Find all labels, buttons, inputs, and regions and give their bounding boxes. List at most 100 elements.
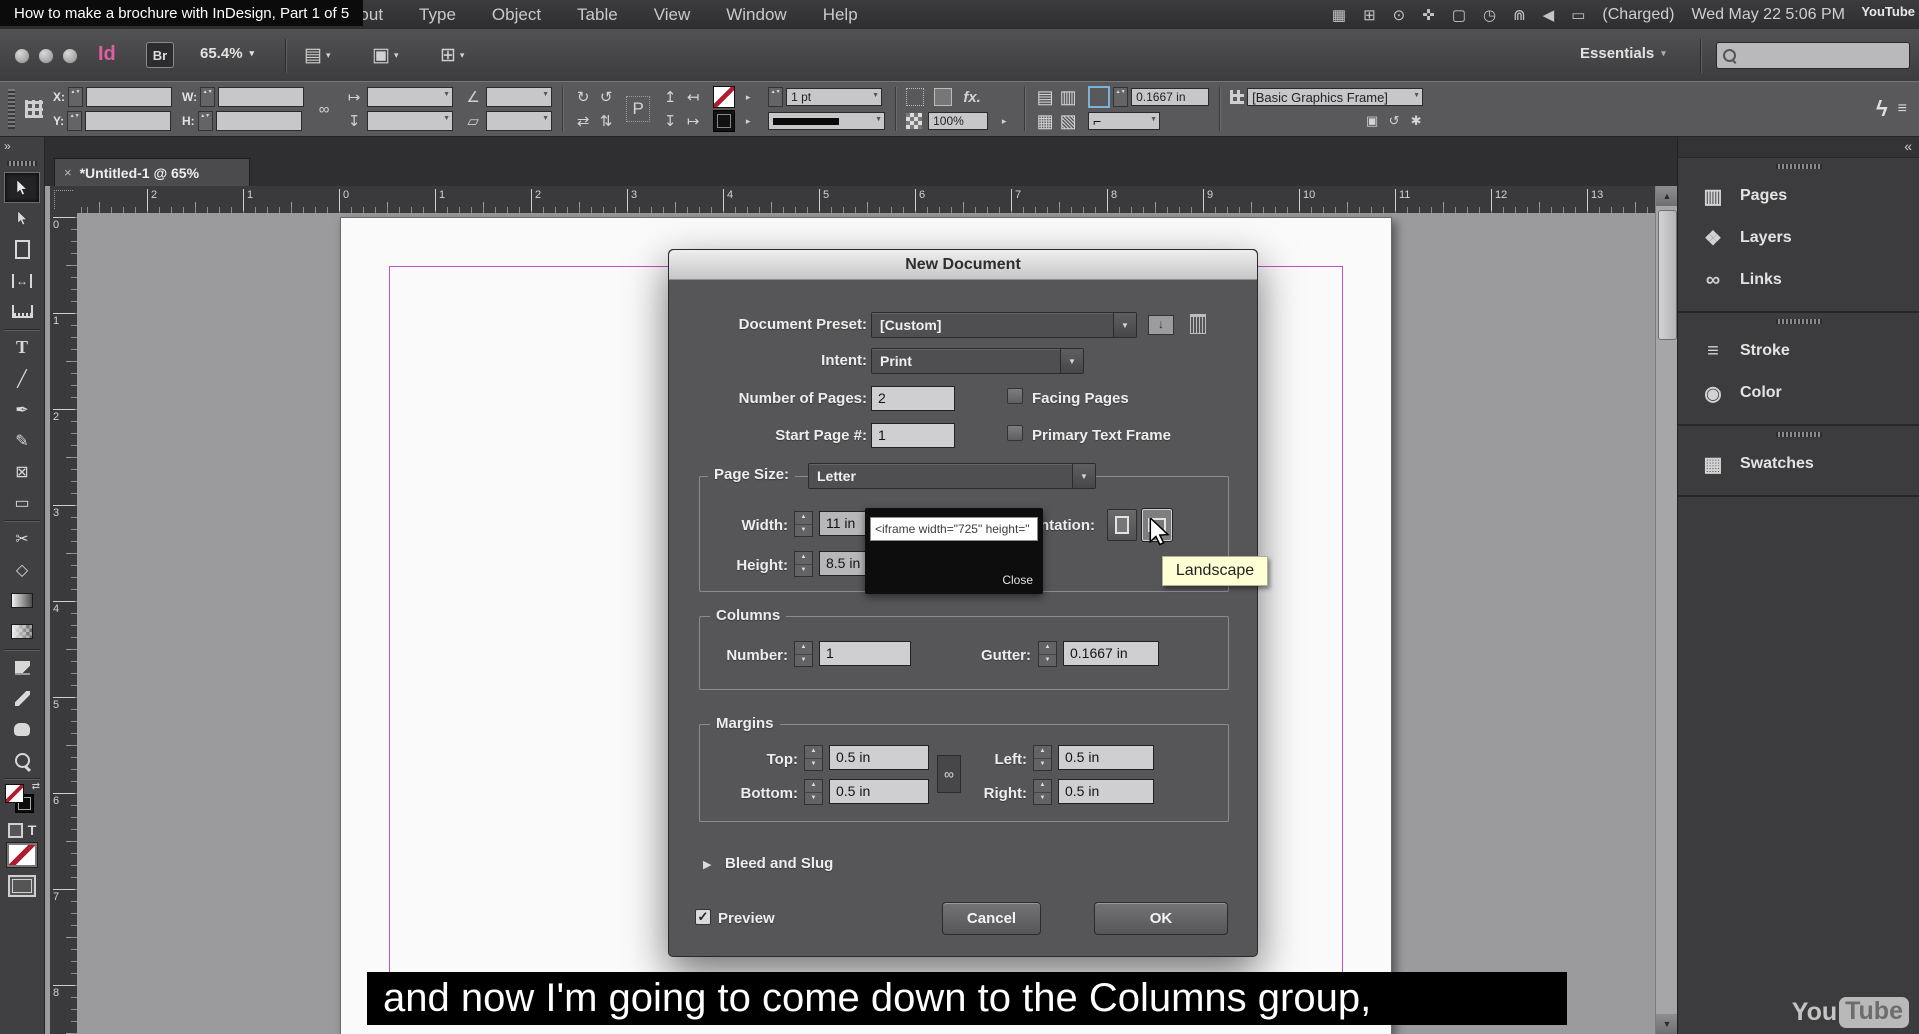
page-size-dropdown[interactable]: Letter ▼ [808,463,1096,489]
effects-button[interactable]: fx. [962,89,982,106]
top-margin-stepper[interactable]: ▲ ▼ [804,745,823,771]
fill-swatch[interactable] [5,784,24,803]
number-field[interactable]: 1 [819,641,911,666]
fit-stepper[interactable]: ▲▼ [1113,87,1129,107]
window-minimize-button[interactable] [38,48,54,64]
selection-tool[interactable] [4,172,40,203]
save-preset-icon[interactable]: ↓ [1148,315,1174,335]
drop-shadow-button[interactable] [934,88,953,106]
move-icon[interactable]: ✜ [1422,6,1435,24]
shear-angle-dropdown[interactable] [486,111,553,131]
rectangle-tool[interactable]: ▭ [4,487,40,518]
gutter-field[interactable]: 0.1667 in [1063,641,1159,666]
panel-button-links[interactable]: ∞ Links [1678,259,1919,301]
scissors-tool[interactable]: ✂ [4,523,40,554]
height-field[interactable] [215,111,302,131]
search-input[interactable] [1716,42,1910,69]
rotation-angle-dropdown[interactable] [486,87,553,107]
constrain-proportions-icon[interactable]: ∞ [314,101,334,118]
panel-group-grip[interactable] [1776,319,1822,324]
wifi-icon[interactable]: ⋒ [1513,6,1526,24]
stroke-color-swatch[interactable] [713,110,736,132]
bleed-slug-label[interactable]: Bleed and Slug [725,855,833,872]
scale-y-dropdown[interactable] [367,111,454,131]
arrange-documents-button[interactable]: ⊞ ▾ [440,44,464,67]
formatting-affects-container-button[interactable] [7,822,23,838]
view-options-button[interactable]: ▤ ▾ [304,44,330,67]
screen-recording-icon[interactable]: ▦ [1332,6,1346,24]
scale-x-dropdown[interactable] [367,87,454,107]
wrap-none-button[interactable]: ▤ [1035,87,1055,108]
close-tab-icon[interactable]: × [64,165,72,180]
facing-pages-checkbox[interactable] [1007,388,1023,404]
line-tool[interactable]: ╱ [4,363,40,394]
select-container-button[interactable]: P [626,96,651,122]
ruler-origin-box[interactable] [50,186,78,214]
width-stepper[interactable]: ▲▼ [200,87,216,107]
panel-button-layers[interactable]: ❖ Layers [1678,217,1919,259]
corner-shape-dropdown[interactable]: ⌐ [1088,112,1161,130]
delete-preset-icon[interactable] [1190,314,1206,334]
panel-group-grip[interactable] [1776,164,1822,169]
start-page-field[interactable]: 1 [871,423,955,448]
scroll-down-button[interactable]: ▼ [1656,1014,1678,1034]
swap-fill-stroke-icon[interactable]: ⇄ [32,781,40,792]
preview-checkbox[interactable]: ✓ [695,909,711,925]
direct-selection-tool[interactable] [4,203,40,234]
left-margin-stepper[interactable]: ▲ ▼ [1033,745,1052,771]
menu-type[interactable]: Type [419,5,456,25]
wrap-jump-button[interactable]: ▧ [1058,111,1078,132]
menu-object[interactable]: Object [492,5,541,25]
number-stepper[interactable]: ▲ ▼ [794,641,813,667]
vertical-scrollbar[interactable]: ▲ ▼ [1655,186,1678,1034]
panel-group-grip[interactable] [1776,432,1822,437]
bottom-margin-field[interactable]: 0.5 in [829,779,929,804]
menubar-clock[interactable]: Wed May 22 5:06 PM [1691,6,1845,24]
opacity-field[interactable]: 100% [928,112,989,130]
break-link-style-icon[interactable]: ✱ [1409,113,1423,129]
rotate-ccw-button[interactable]: ↺ [596,88,616,106]
panel-grip[interactable] [8,89,15,129]
rotate-cw-button[interactable]: ↻ [573,88,593,106]
page-tool[interactable] [4,234,40,265]
sync-icon[interactable]: ⊞ [1363,6,1376,24]
alert-icon[interactable]: ⊙ [1393,6,1406,24]
volume-icon[interactable]: ◀ [1543,6,1555,24]
intent-dropdown[interactable]: Print ▼ [871,348,1084,374]
wrap-object-shape-button[interactable]: ▦ [1035,111,1055,132]
close-annotation-link[interactable]: Close [1002,573,1033,587]
menu-table[interactable]: Table [577,5,618,25]
formatting-affects-text-button[interactable]: T [28,822,37,838]
menu-help[interactable]: Help [823,5,858,25]
fit-amount-field[interactable]: 0.1667 in [1131,88,1210,106]
top-margin-field[interactable]: 0.5 in [829,745,929,770]
pen-tool[interactable]: ✒ [4,394,40,425]
right-margin-stepper[interactable]: ▲ ▼ [1033,779,1052,805]
stroke-arrow-button[interactable]: ▸ [738,116,758,127]
select-previous-object-button[interactable]: ↤ [683,88,703,106]
gradient-swatch-tool[interactable] [4,585,40,616]
gutter-stepper[interactable]: ▲ ▼ [1038,641,1057,667]
fill-arrow-button[interactable]: ▸ [738,92,758,103]
number-of-pages-field[interactable]: 2 [871,386,955,411]
pencil-tool[interactable]: ✎ [4,425,40,456]
hand-tool[interactable] [4,714,40,745]
screen-mode-toggle-button[interactable] [8,875,36,897]
expand-panel-icon[interactable]: » [4,139,11,153]
right-margin-field[interactable]: 0.5 in [1058,779,1154,804]
workspace-switcher[interactable]: Essentials ▾ [1580,45,1666,62]
x-stepper[interactable]: ▲▼ [68,87,83,107]
zoom-level-dropdown[interactable]: 65.4% ▾ [200,45,254,62]
document-tab[interactable]: × *Untitled-1 @ 65% [54,158,250,186]
cancel-button[interactable]: Cancel [942,902,1041,935]
opacity-arrow-button[interactable]: ▸ [994,116,1014,127]
quick-apply-icon[interactable]: ϟ [1876,96,1888,122]
clear-overrides-icon[interactable]: ↺ [1387,113,1401,129]
frame-tool[interactable]: ⊠ [4,456,40,487]
primary-text-frame-checkbox[interactable] [1007,425,1023,441]
b leed-slug-disclosure-icon[interactable]: ▶ [703,858,711,871]
panel-button-stroke[interactable]: ≡ Stroke [1678,330,1919,372]
tools-panel-grip[interactable] [7,161,37,166]
style-override-icon[interactable]: ▣ [1365,113,1379,129]
screen-mode-button[interactable]: ▣ ▾ [372,44,398,67]
